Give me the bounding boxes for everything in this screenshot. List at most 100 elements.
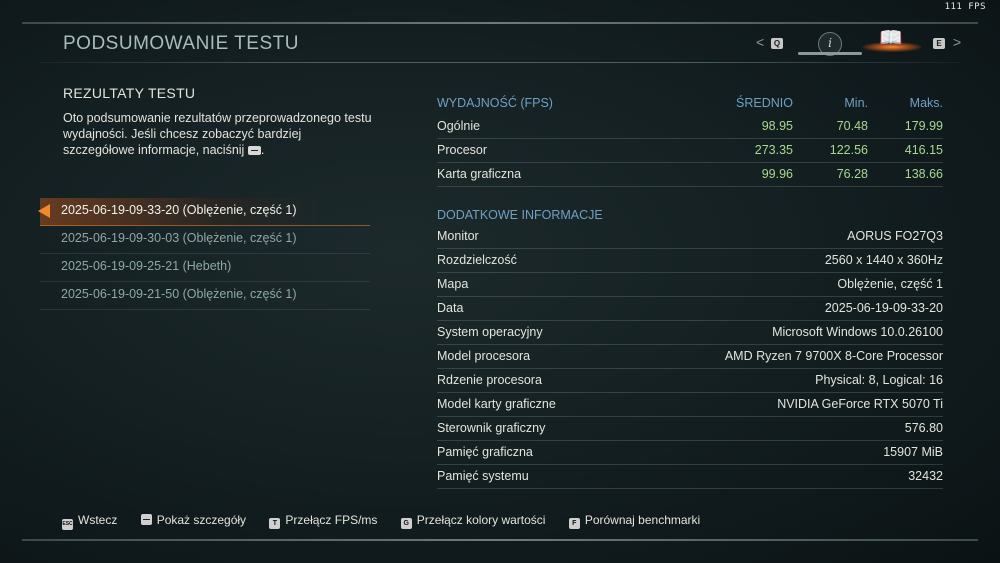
- info-row: System operacyjny Microsoft Windows 10.0…: [437, 321, 943, 345]
- result-item[interactable]: 2025-06-19-09-25-21 (Hebeth): [40, 254, 370, 282]
- info-row: Pamięć systemu 32432: [437, 465, 943, 489]
- description-end: .: [260, 143, 265, 157]
- details-key-icon: [140, 514, 152, 525]
- performance-header: WYDAJNOŚĆ (FPS) ŚREDNIO Min. Maks.: [437, 93, 943, 115]
- max-value: 179.99: [904, 119, 943, 133]
- additional-info-header: DODATKOWE INFORMACJE: [437, 200, 943, 225]
- details-panel: WYDAJNOŚĆ (FPS) ŚREDNIO Min. Maks. Ogóln…: [437, 93, 943, 489]
- info-row: Pamięć graficzna 15907 MiB: [437, 441, 943, 465]
- avg-value: 98.95: [761, 119, 793, 133]
- info-row: Mapa Oblężenie, część 1: [437, 273, 943, 297]
- hint-label: Wstecz: [78, 513, 118, 527]
- info-row: Model karty graficzne NVIDIA GeForce RTX…: [437, 393, 943, 417]
- result-item[interactable]: 2025-06-19-09-21-50 (Oblężenie, część 1): [40, 282, 370, 310]
- toggle-value-colors-button[interactable]: G Przełącz kolory wartości: [400, 513, 546, 529]
- top-navigation: < Q i 📖 E >: [752, 28, 972, 60]
- hint-label: Przełącz FPS/ms: [285, 513, 378, 527]
- avg-value: 273.35: [754, 143, 793, 157]
- info-value: AORUS FO27Q3: [847, 229, 943, 243]
- result-item[interactable]: 2025-06-19-09-30-03 (Oblężenie, część 1): [40, 226, 370, 254]
- performance-row: Ogólnie 98.95 70.48 179.99: [437, 115, 943, 139]
- info-value: Physical: 8, Logical: 16: [815, 373, 943, 387]
- info-value: Microsoft Windows 10.0.26100: [772, 325, 943, 339]
- info-label: Pamięć graficzna: [437, 445, 533, 459]
- details-key-icon: [247, 146, 261, 156]
- max-value: 138.66: [904, 167, 943, 181]
- additional-info-title: DODATKOWE INFORMACJE: [437, 208, 603, 222]
- frame-bottom-border: [22, 539, 978, 541]
- selected-arrow-icon: [38, 204, 50, 218]
- info-tab-underline: [798, 52, 862, 55]
- info-label: System operacyjny: [437, 325, 543, 339]
- info-label: Data: [437, 301, 464, 315]
- avg-value: 99.96: [761, 167, 793, 181]
- info-label: Pamięć systemu: [437, 469, 529, 483]
- back-button[interactable]: ESC Wstecz: [62, 513, 117, 530]
- info-value: 32432: [908, 469, 943, 483]
- chevron-left-icon[interactable]: <: [756, 34, 764, 50]
- info-value: 2025-06-19-09-33-20: [824, 301, 943, 315]
- info-row: Model procesora AMD Ryzen 7 9700X 8-Core…: [437, 345, 943, 369]
- info-value: 576.80: [904, 421, 943, 435]
- min-value: 122.56: [829, 143, 868, 157]
- info-label: Sterownik graficzny: [437, 421, 546, 435]
- description-text: Oto podsumowanie rezultatów przeprowadzo…: [63, 111, 372, 157]
- t-key-icon: T: [269, 518, 281, 529]
- esc-key-icon: ESC: [62, 519, 73, 530]
- info-value: NVIDIA GeForce RTX 5070 Ti: [777, 397, 943, 411]
- row-label: Karta graficzna: [437, 167, 522, 181]
- info-row: Data 2025-06-19-09-33-20: [437, 297, 943, 321]
- tab-benchmark[interactable]: 📖: [862, 24, 922, 54]
- result-item[interactable]: 2025-06-19-09-33-20 (Oblężenie, część 1): [38, 198, 370, 226]
- info-row: Rozdzielczość 2560 x 1440 x 360Hz: [437, 249, 943, 273]
- fps-counter: 111 FPS: [944, 2, 986, 12]
- f-key-icon: F: [568, 518, 580, 529]
- result-label: 2025-06-19-09-33-20 (Oblężenie, część 1): [61, 203, 297, 217]
- info-label: Mapa: [437, 277, 469, 291]
- hint-label: Przełącz kolory wartości: [416, 513, 546, 527]
- info-row: Sterownik graficzny 576.80: [437, 417, 943, 441]
- info-label: Model procesora: [437, 349, 531, 363]
- info-label: Monitor: [437, 229, 479, 243]
- info-value: 15907 MiB: [883, 445, 943, 459]
- info-label: Rozdzielczość: [437, 253, 517, 267]
- max-value: 416.15: [904, 143, 943, 157]
- performance-row: Karta graficzna 99.96 76.28 138.66: [437, 163, 943, 187]
- page-title: PODSUMOWANIE TESTU: [63, 33, 299, 54]
- results-heading: REZULTATY TESTU: [63, 85, 196, 101]
- hint-label: Porównaj benchmarki: [584, 513, 701, 527]
- max-column-header: Maks.: [909, 96, 943, 110]
- results-description: Oto podsumowanie rezultatów przeprowadzo…: [63, 110, 373, 158]
- show-details-button[interactable]: Pokaż szczegóły: [140, 513, 247, 527]
- prev-tab-key[interactable]: Q: [771, 38, 783, 49]
- info-value: Oblężenie, część 1: [837, 277, 943, 291]
- footer-hints: ESC Wstecz Pokaż szczegóły T Przełącz FPS/…: [62, 513, 720, 530]
- results-list: 2025-06-19-09-33-20 (Oblężenie, część 1)…: [38, 198, 370, 310]
- min-column-header: Min.: [844, 96, 868, 110]
- header-divider: [40, 62, 960, 63]
- info-label: Rdzenie procesora: [437, 373, 542, 387]
- result-label: 2025-06-19-09-30-03 (Oblężenie, część 1): [61, 231, 297, 245]
- row-label: Ogólnie: [437, 119, 481, 133]
- min-value: 76.28: [836, 167, 868, 181]
- frame-top-border: [22, 22, 978, 24]
- info-row: Rdzenie procesora Physical: 8, Logical: …: [437, 369, 943, 393]
- compare-benchmarks-button[interactable]: F Porównaj benchmarki: [568, 513, 701, 529]
- toggle-fps-ms-button[interactable]: T Przełącz FPS/ms: [269, 513, 377, 529]
- hint-label: Pokaż szczegóły: [156, 513, 247, 527]
- row-label: Procesor: [437, 143, 488, 157]
- performance-title: WYDAJNOŚĆ (FPS): [437, 96, 553, 110]
- chevron-right-icon[interactable]: >: [953, 34, 961, 50]
- g-key-icon: G: [400, 518, 412, 529]
- book-icon: 📖: [879, 28, 903, 49]
- info-value: 2560 x 1440 x 360Hz: [824, 253, 943, 267]
- info-value: AMD Ryzen 7 9700X 8-Core Processor: [724, 349, 943, 363]
- info-label: Model karty graficzne: [437, 397, 556, 411]
- min-value: 70.48: [836, 119, 868, 133]
- performance-row: Procesor 273.35 122.56 416.15: [437, 139, 943, 163]
- avg-column-header: ŚREDNIO: [736, 96, 793, 110]
- result-label: 2025-06-19-09-21-50 (Oblężenie, część 1): [61, 287, 297, 301]
- result-label: 2025-06-19-09-25-21 (Hebeth): [61, 259, 232, 273]
- next-tab-key[interactable]: E: [933, 38, 945, 49]
- info-row: Monitor AORUS FO27Q3: [437, 225, 943, 249]
